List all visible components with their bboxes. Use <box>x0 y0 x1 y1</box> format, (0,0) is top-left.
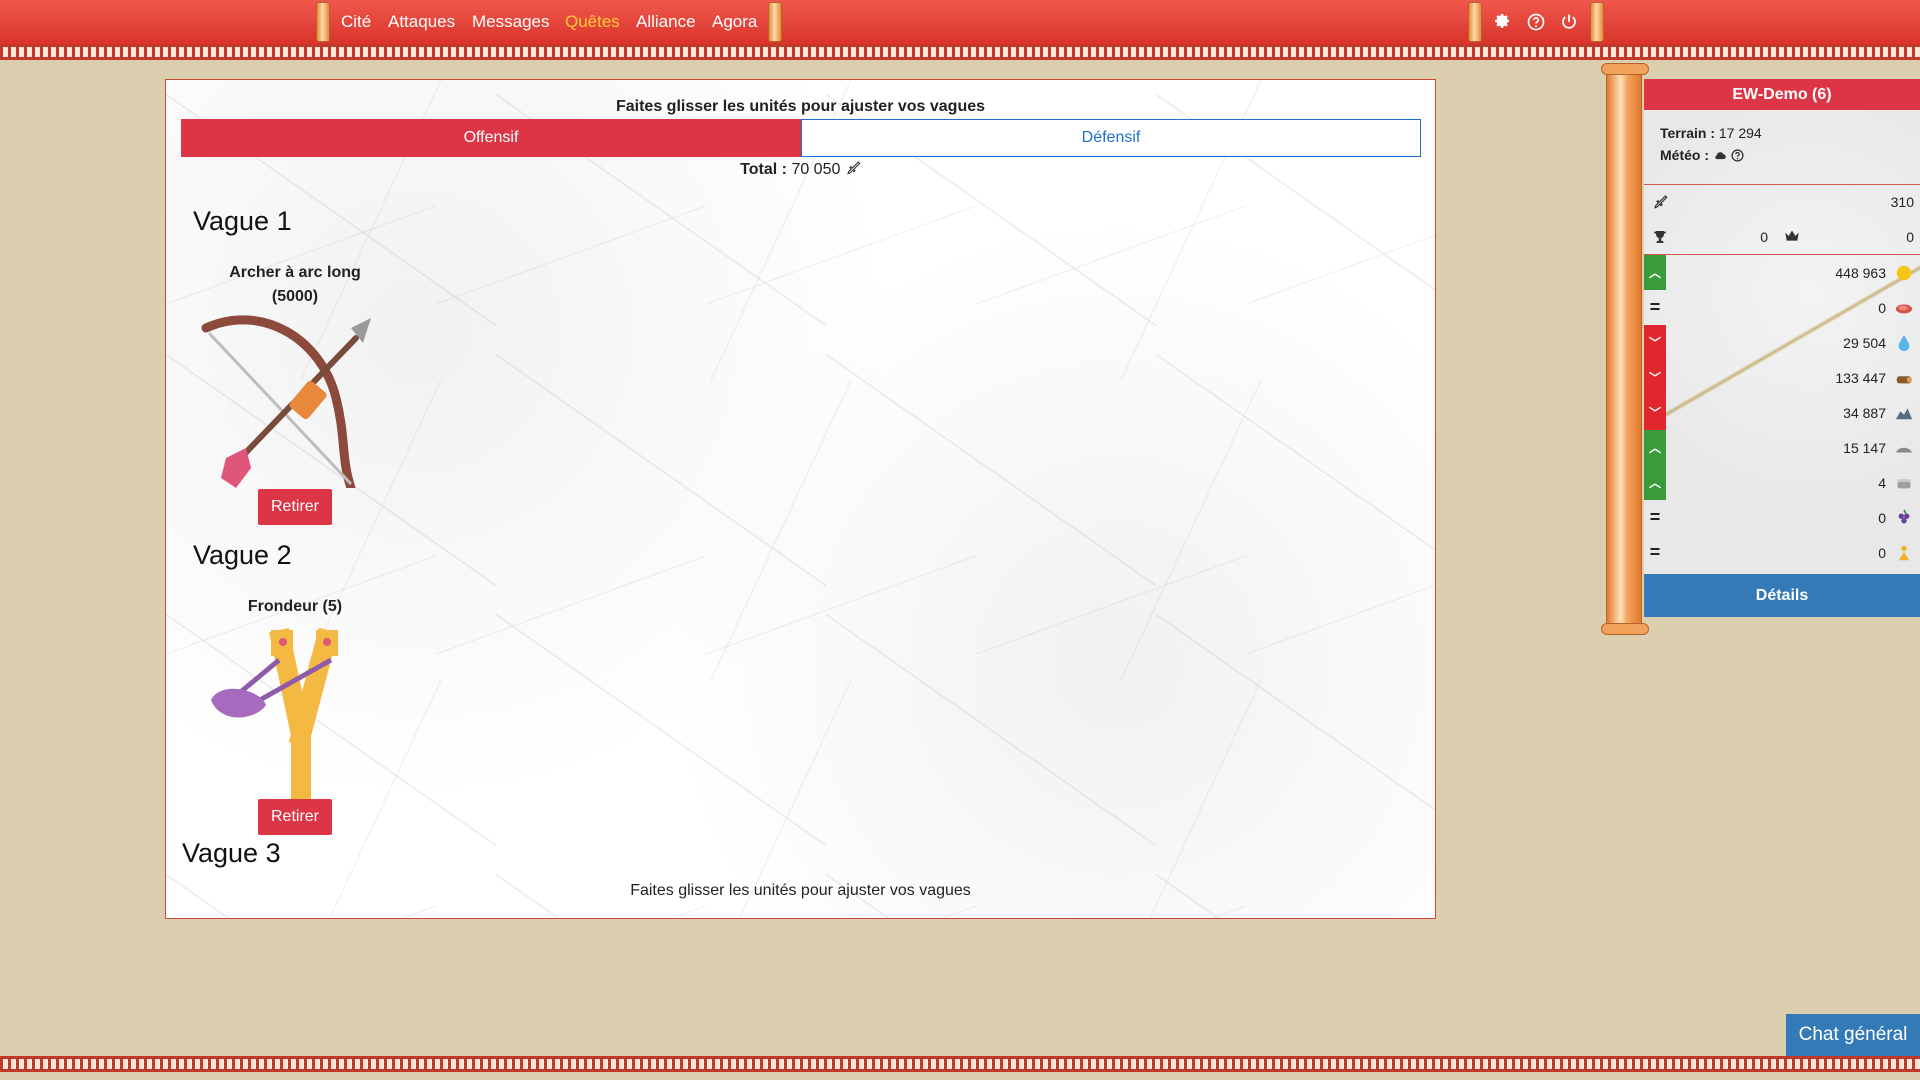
gold-icon <box>1896 265 1912 281</box>
tab-defensif[interactable]: Défensif <box>801 119 1421 157</box>
wave-1-title: Vague 1 <box>193 206 292 236</box>
slingshot-icon[interactable] <box>201 620 381 810</box>
wave-1-unit-name: Archer à arc long <box>229 264 361 281</box>
help-icon[interactable] <box>1526 12 1546 32</box>
resource-row: = 0 <box>1644 290 1920 325</box>
total-line: Total : 70 050 <box>166 160 1435 179</box>
resource-row: ﹀ 29 504 <box>1644 325 1920 360</box>
resource-row: ︿ 15 147 <box>1644 430 1920 465</box>
resource-row: ﹀ 34 887 <box>1644 395 1920 430</box>
trend-equal-icon: = <box>1649 507 1661 527</box>
resource-value: 448 963 <box>1835 265 1886 281</box>
drag-hint-bottom: Faites glisser les unités pour ajuster v… <box>630 882 971 899</box>
resource-value: 0 <box>1878 510 1886 526</box>
trend-down-icon: ﹀ <box>1644 325 1666 360</box>
pillar-ornament-right-a <box>1468 2 1482 42</box>
wood-icon <box>1896 376 1913 384</box>
resource-row: ︿ 448 963 <box>1644 255 1920 290</box>
sword-icon <box>1652 194 1668 213</box>
trend-up-icon: ︿ <box>1644 430 1666 465</box>
resource-list: ︿ 448 963 = 0 ﹀ 29 504 ﹀ 133 447 ﹀ 34 88… <box>1644 255 1920 570</box>
nav-quetes[interactable]: Quêtes <box>565 12 620 32</box>
trophy-value: 0 <box>1760 229 1768 245</box>
attack-value: 310 <box>1890 194 1914 210</box>
trend-up-icon: ︿ <box>1644 465 1666 500</box>
attack-stat-row: 310 <box>1644 185 1920 220</box>
trend-down-icon: ﹀ <box>1644 395 1666 430</box>
wave-1-unit-count: (5000) <box>271 288 319 305</box>
military-stats: 310 0 0 <box>1644 185 1920 255</box>
resource-row: ︿ 4 <box>1644 465 1920 500</box>
trend-down-icon: ﹀ <box>1644 360 1666 395</box>
cloud-icon <box>1713 147 1731 163</box>
resource-value: 4 <box>1878 475 1886 491</box>
resource-value: 133 447 <box>1835 370 1886 386</box>
trend-up-icon: ︿ <box>1644 255 1666 290</box>
grape-icon <box>1898 509 1910 524</box>
terrain-label: Terrain : <box>1660 125 1715 141</box>
drag-hint-top: Faites glisser les unités pour ajuster v… <box>615 98 986 115</box>
city-summary-panel: EW-Demo (6) Terrain : 17 294 Météo : 310 <box>1644 79 1920 616</box>
total-value: 70 050 <box>791 161 841 178</box>
details-button[interactable]: Détails <box>1644 574 1920 617</box>
nav-cite[interactable]: Cité <box>341 12 371 32</box>
pillar-ornament-left <box>316 2 330 42</box>
resource-row: = 0 <box>1644 535 1920 570</box>
sword-icon <box>845 161 861 178</box>
iron-icon <box>1895 447 1913 453</box>
meteo-line: Météo : <box>1660 144 1920 166</box>
resource-value: 29 504 <box>1843 335 1886 351</box>
gear-icon[interactable] <box>1493 12 1513 32</box>
resource-value: 0 <box>1878 300 1886 316</box>
chat-general-button[interactable]: Chat général <box>1786 1014 1920 1056</box>
resource-value: 0 <box>1878 545 1886 561</box>
wave-1-retirer-button[interactable]: Retirer <box>258 489 332 525</box>
city-info: Terrain : 17 294 Météo : <box>1644 110 1920 185</box>
wave-2-unit[interactable]: Frondeur (5) <box>195 595 395 619</box>
resource-value: 15 147 <box>1843 440 1886 456</box>
trend-equal-icon: = <box>1649 297 1661 317</box>
water-icon <box>1898 334 1910 352</box>
top-navigation-bar: Cité Attaques Messages Quêtes Alliance A… <box>0 0 1920 44</box>
wave-2-unit-count: (5) <box>322 598 343 615</box>
wave-planner-panel: Faites glisser les unités pour ajuster v… <box>165 79 1436 919</box>
resource-value: 34 887 <box>1843 405 1886 421</box>
nav-agora[interactable]: Agora <box>712 12 757 32</box>
meat-icon <box>1895 304 1913 314</box>
wave-3-title: Vague 3 <box>182 838 281 868</box>
meteo-label: Météo : <box>1660 147 1709 163</box>
bow-and-arrow-icon[interactable] <box>201 308 381 493</box>
wave-2-unit-name: Frondeur <box>247 598 319 615</box>
power-icon[interactable] <box>1559 12 1579 32</box>
mode-tabs: Offensif Défensif <box>181 119 1421 157</box>
terrain-value: 17 294 <box>1718 125 1762 141</box>
wave-1-unit[interactable]: Archer à arc long (5000) <box>195 261 395 309</box>
resource-row: = 0 <box>1644 500 1920 535</box>
resource-row: ﹀ 133 447 <box>1644 360 1920 395</box>
pillar-ornament-right-b <box>1590 2 1604 42</box>
trophy-icon <box>1652 229 1668 248</box>
stone-icon <box>1895 408 1913 420</box>
pillar-ornament-center <box>768 2 782 42</box>
greek-border-top <box>0 44 1920 60</box>
nav-messages[interactable]: Messages <box>472 12 549 32</box>
meteo-help-icon[interactable] <box>1731 147 1744 163</box>
terrain-line: Terrain : 17 294 <box>1660 122 1920 144</box>
nav-attaques[interactable]: Attaques <box>388 12 455 32</box>
nav-alliance[interactable]: Alliance <box>636 12 696 32</box>
city-name[interactable]: EW-Demo (6) <box>1644 79 1920 110</box>
total-label: Total : <box>740 161 787 178</box>
tab-offensif[interactable]: Offensif <box>181 119 801 157</box>
population-icon <box>1898 545 1910 561</box>
marble-icon <box>1897 479 1911 489</box>
wave-2-retirer-button[interactable]: Retirer <box>258 799 332 835</box>
crown-value: 0 <box>1906 229 1914 245</box>
trend-equal-icon: = <box>1649 542 1661 562</box>
column-ornament <box>1601 63 1649 635</box>
crown-icon <box>1784 228 1800 247</box>
wave-2-title: Vague 2 <box>193 540 292 570</box>
greek-border-bottom <box>0 1056 1920 1072</box>
trophy-stat-row: 0 0 <box>1644 220 1920 255</box>
